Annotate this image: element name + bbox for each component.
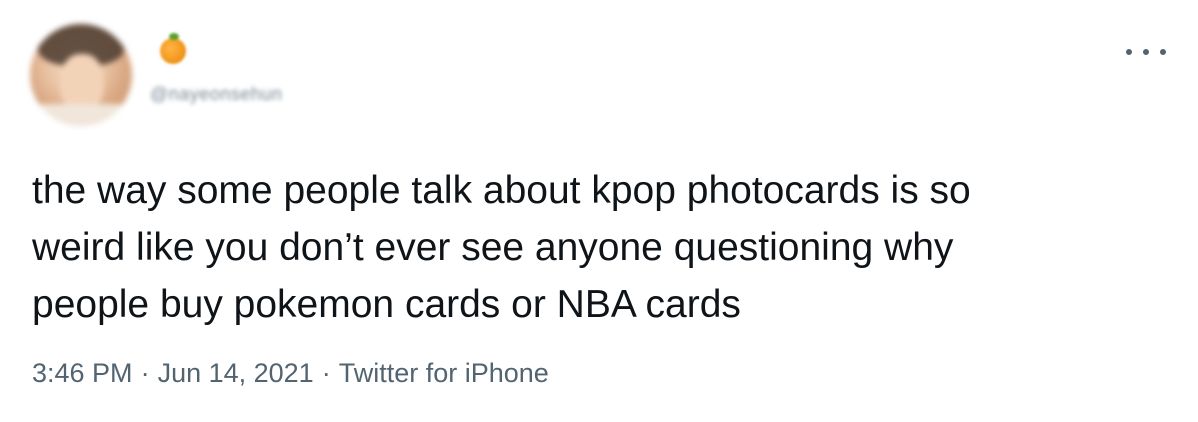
tweet-card: @nayeonsehun the way some people talk ab… [0, 0, 1198, 422]
dot [1126, 49, 1132, 55]
avatar[interactable] [30, 24, 132, 126]
avatar-shirt [30, 104, 132, 126]
dot [1160, 49, 1166, 55]
tweet-text: the way some people talk about kpop phot… [32, 169, 971, 326]
meta-separator: · [140, 358, 150, 388]
dot [1143, 49, 1149, 55]
meta-separator: · [321, 358, 331, 388]
tweet-time[interactable]: 3:46 PM [32, 358, 133, 388]
tweet-date[interactable]: Jun 14, 2021 [158, 358, 314, 388]
tweet-meta: 3:46 PM · Jun 14, 2021 · Twitter for iPhone [32, 358, 549, 389]
tweet-source[interactable]: Twitter for iPhone [339, 358, 549, 388]
more-options-icon[interactable] [1126, 40, 1166, 64]
author-handle[interactable]: @nayeonsehun [150, 84, 282, 105]
orange-leaf [169, 33, 179, 40]
orange-emoji-icon [160, 33, 186, 64]
